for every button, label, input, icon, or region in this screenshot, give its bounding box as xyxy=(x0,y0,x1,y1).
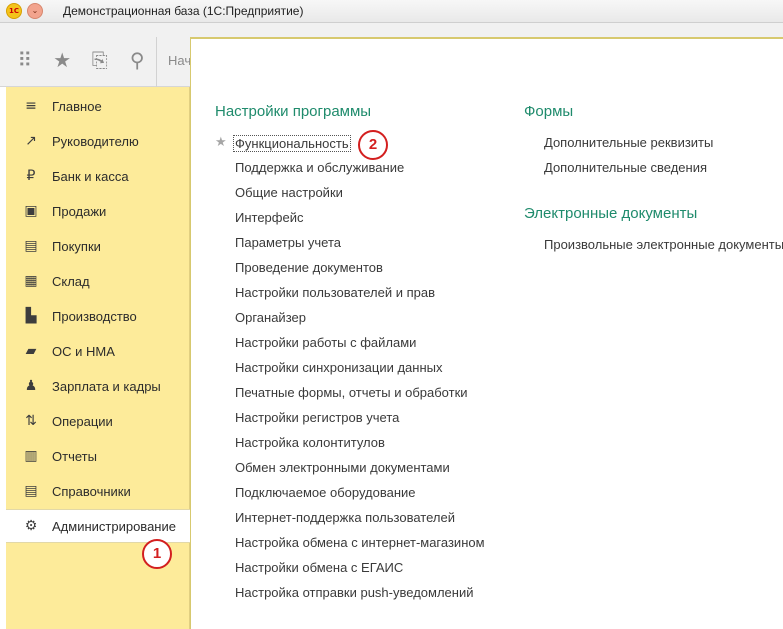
settings-link[interactable]: Настройки синхронизации данных xyxy=(235,360,443,375)
sidebar-item-label: Склад xyxy=(52,273,90,289)
window-title: Демонстрационная база (1С:Предприятие) xyxy=(63,4,304,18)
people-icon: ♟ xyxy=(24,378,38,394)
book-icon: ▤ xyxy=(24,483,38,499)
search-icon[interactable]: ⚲ xyxy=(124,47,150,73)
settings-link[interactable]: Настройка отправки push-уведомлений xyxy=(235,585,473,600)
sidebar-item-label: Главное xyxy=(52,98,102,114)
sidebar-item-catalogs[interactable]: ▤ Справочники xyxy=(6,474,190,508)
sidebar-item-purchases[interactable]: ▤ Покупки xyxy=(6,229,190,263)
sidebar-item-fixed-assets[interactable]: ▰ ОС и НМА xyxy=(6,334,190,368)
settings-link[interactable]: Параметры учета xyxy=(235,235,341,250)
sidebar-item-production[interactable]: ▙ Производство xyxy=(6,299,190,333)
sidebar-item-operations[interactable]: ⇅ Операции xyxy=(6,404,190,438)
trend-icon: ↗ xyxy=(25,133,37,149)
menu-icon: ≡ xyxy=(25,98,37,114)
administration-panel: Настройки программы ★ Функциональность П… xyxy=(190,37,783,629)
apps-grid-icon[interactable]: ⠿ xyxy=(12,47,38,73)
bag-icon: ▣ xyxy=(24,203,38,219)
sidebar-item-sales[interactable]: ▣ Продажи xyxy=(6,194,190,228)
sidebar-item-payroll[interactable]: ♟ Зарплата и кадры xyxy=(6,369,190,403)
settings-link[interactable]: Органайзер xyxy=(235,310,306,325)
app-logo-icon: 1С xyxy=(6,3,22,19)
sidebar-item-main[interactable]: ≡ Главное xyxy=(6,89,190,123)
sidebar-item-reports[interactable]: ▥ Отчеты xyxy=(6,439,190,473)
sidebar-item-label: ОС и НМА xyxy=(52,343,115,359)
sidebar-item-manager[interactable]: ↗ Руководителю xyxy=(6,124,190,158)
sidebar-item-label: Покупки xyxy=(52,238,101,254)
forms-link[interactable]: Дополнительные реквизиты xyxy=(544,135,713,150)
factory-icon: ▙ xyxy=(25,308,37,324)
forms-link[interactable]: Дополнительные сведения xyxy=(544,160,707,175)
settings-link[interactable]: Проведение документов xyxy=(235,260,383,275)
sidebar-item-label: Администрирование xyxy=(52,518,176,534)
sidebar-item-label: Банк и касса xyxy=(52,168,129,184)
settings-link[interactable]: Интерфейс xyxy=(235,210,303,225)
sidebar-item-label: Справочники xyxy=(52,483,131,499)
window-title-bar: 1С ⌄ Демонстрационная база (1С:Предприят… xyxy=(0,0,783,23)
gear-icon: ⚙ xyxy=(24,518,38,534)
settings-link[interactable]: Подключаемое оборудование xyxy=(235,485,416,500)
truck-icon: ▰ xyxy=(25,343,37,359)
settings-link[interactable]: Интернет-поддержка пользователей xyxy=(235,510,455,525)
settings-link[interactable]: Печатные формы, отчеты и обработки xyxy=(235,385,468,400)
annotation-badge-1: 1 xyxy=(142,539,172,569)
sidebar-item-label: Операции xyxy=(52,413,113,429)
sidebar-item-label: Руководителю xyxy=(52,133,139,149)
toolbar-divider xyxy=(156,37,157,87)
sidebar-item-label: Отчеты xyxy=(52,448,97,464)
settings-link[interactable]: Поддержка и обслуживание xyxy=(235,160,404,175)
edocs-link[interactable]: Произвольные электронные документы xyxy=(544,237,783,252)
sidebar-item-label: Продажи xyxy=(52,203,107,219)
settings-link[interactable]: Общие настройки xyxy=(235,185,343,200)
annotation-badge-2: 2 xyxy=(358,130,388,160)
sidebar-item-bank[interactable]: ₽ Банк и касса xyxy=(6,159,190,193)
warehouse-icon: ▦ xyxy=(24,273,38,289)
sidebar-item-label: Производство xyxy=(52,308,137,324)
settings-section-title: Настройки программы xyxy=(215,103,372,120)
cart-icon: ▤ xyxy=(24,238,38,254)
settings-link[interactable]: Обмен электронными документами xyxy=(235,460,450,475)
ruble-icon: ₽ xyxy=(26,168,36,184)
sidebar-item-warehouse[interactable]: ▦ Склад xyxy=(6,264,190,298)
bar-chart-icon: ▥ xyxy=(24,448,38,464)
history-icon[interactable]: ⎘ xyxy=(87,47,113,73)
main-menu-icon[interactable]: ⌄ xyxy=(27,3,43,19)
sidebar-item-administration[interactable]: ⚙ Администрирование xyxy=(6,509,190,543)
settings-link[interactable]: Настройка колонтитулов xyxy=(235,435,385,450)
dt-kt-icon: ⇅ xyxy=(25,413,37,429)
edocs-section-title: Электронные документы xyxy=(524,205,698,222)
settings-link-functionality[interactable]: Функциональность xyxy=(233,135,351,152)
settings-link[interactable]: Настройки работы с файлами xyxy=(235,335,416,350)
forms-section-title: Формы xyxy=(524,103,574,120)
settings-link[interactable]: Настройки пользователей и прав xyxy=(235,285,435,300)
favorites-star-icon[interactable]: ★ xyxy=(49,47,75,73)
settings-link[interactable]: Настройка обмена с интернет-магазином xyxy=(235,535,485,550)
settings-link[interactable]: Настройки регистров учета xyxy=(235,410,399,425)
sidebar-item-label: Зарплата и кадры xyxy=(52,378,161,394)
favorite-star-icon[interactable]: ★ xyxy=(215,135,227,150)
start-page-tab[interactable]: Нач xyxy=(168,53,191,68)
settings-link[interactable]: Настройки обмена с ЕГАИС xyxy=(235,560,403,575)
